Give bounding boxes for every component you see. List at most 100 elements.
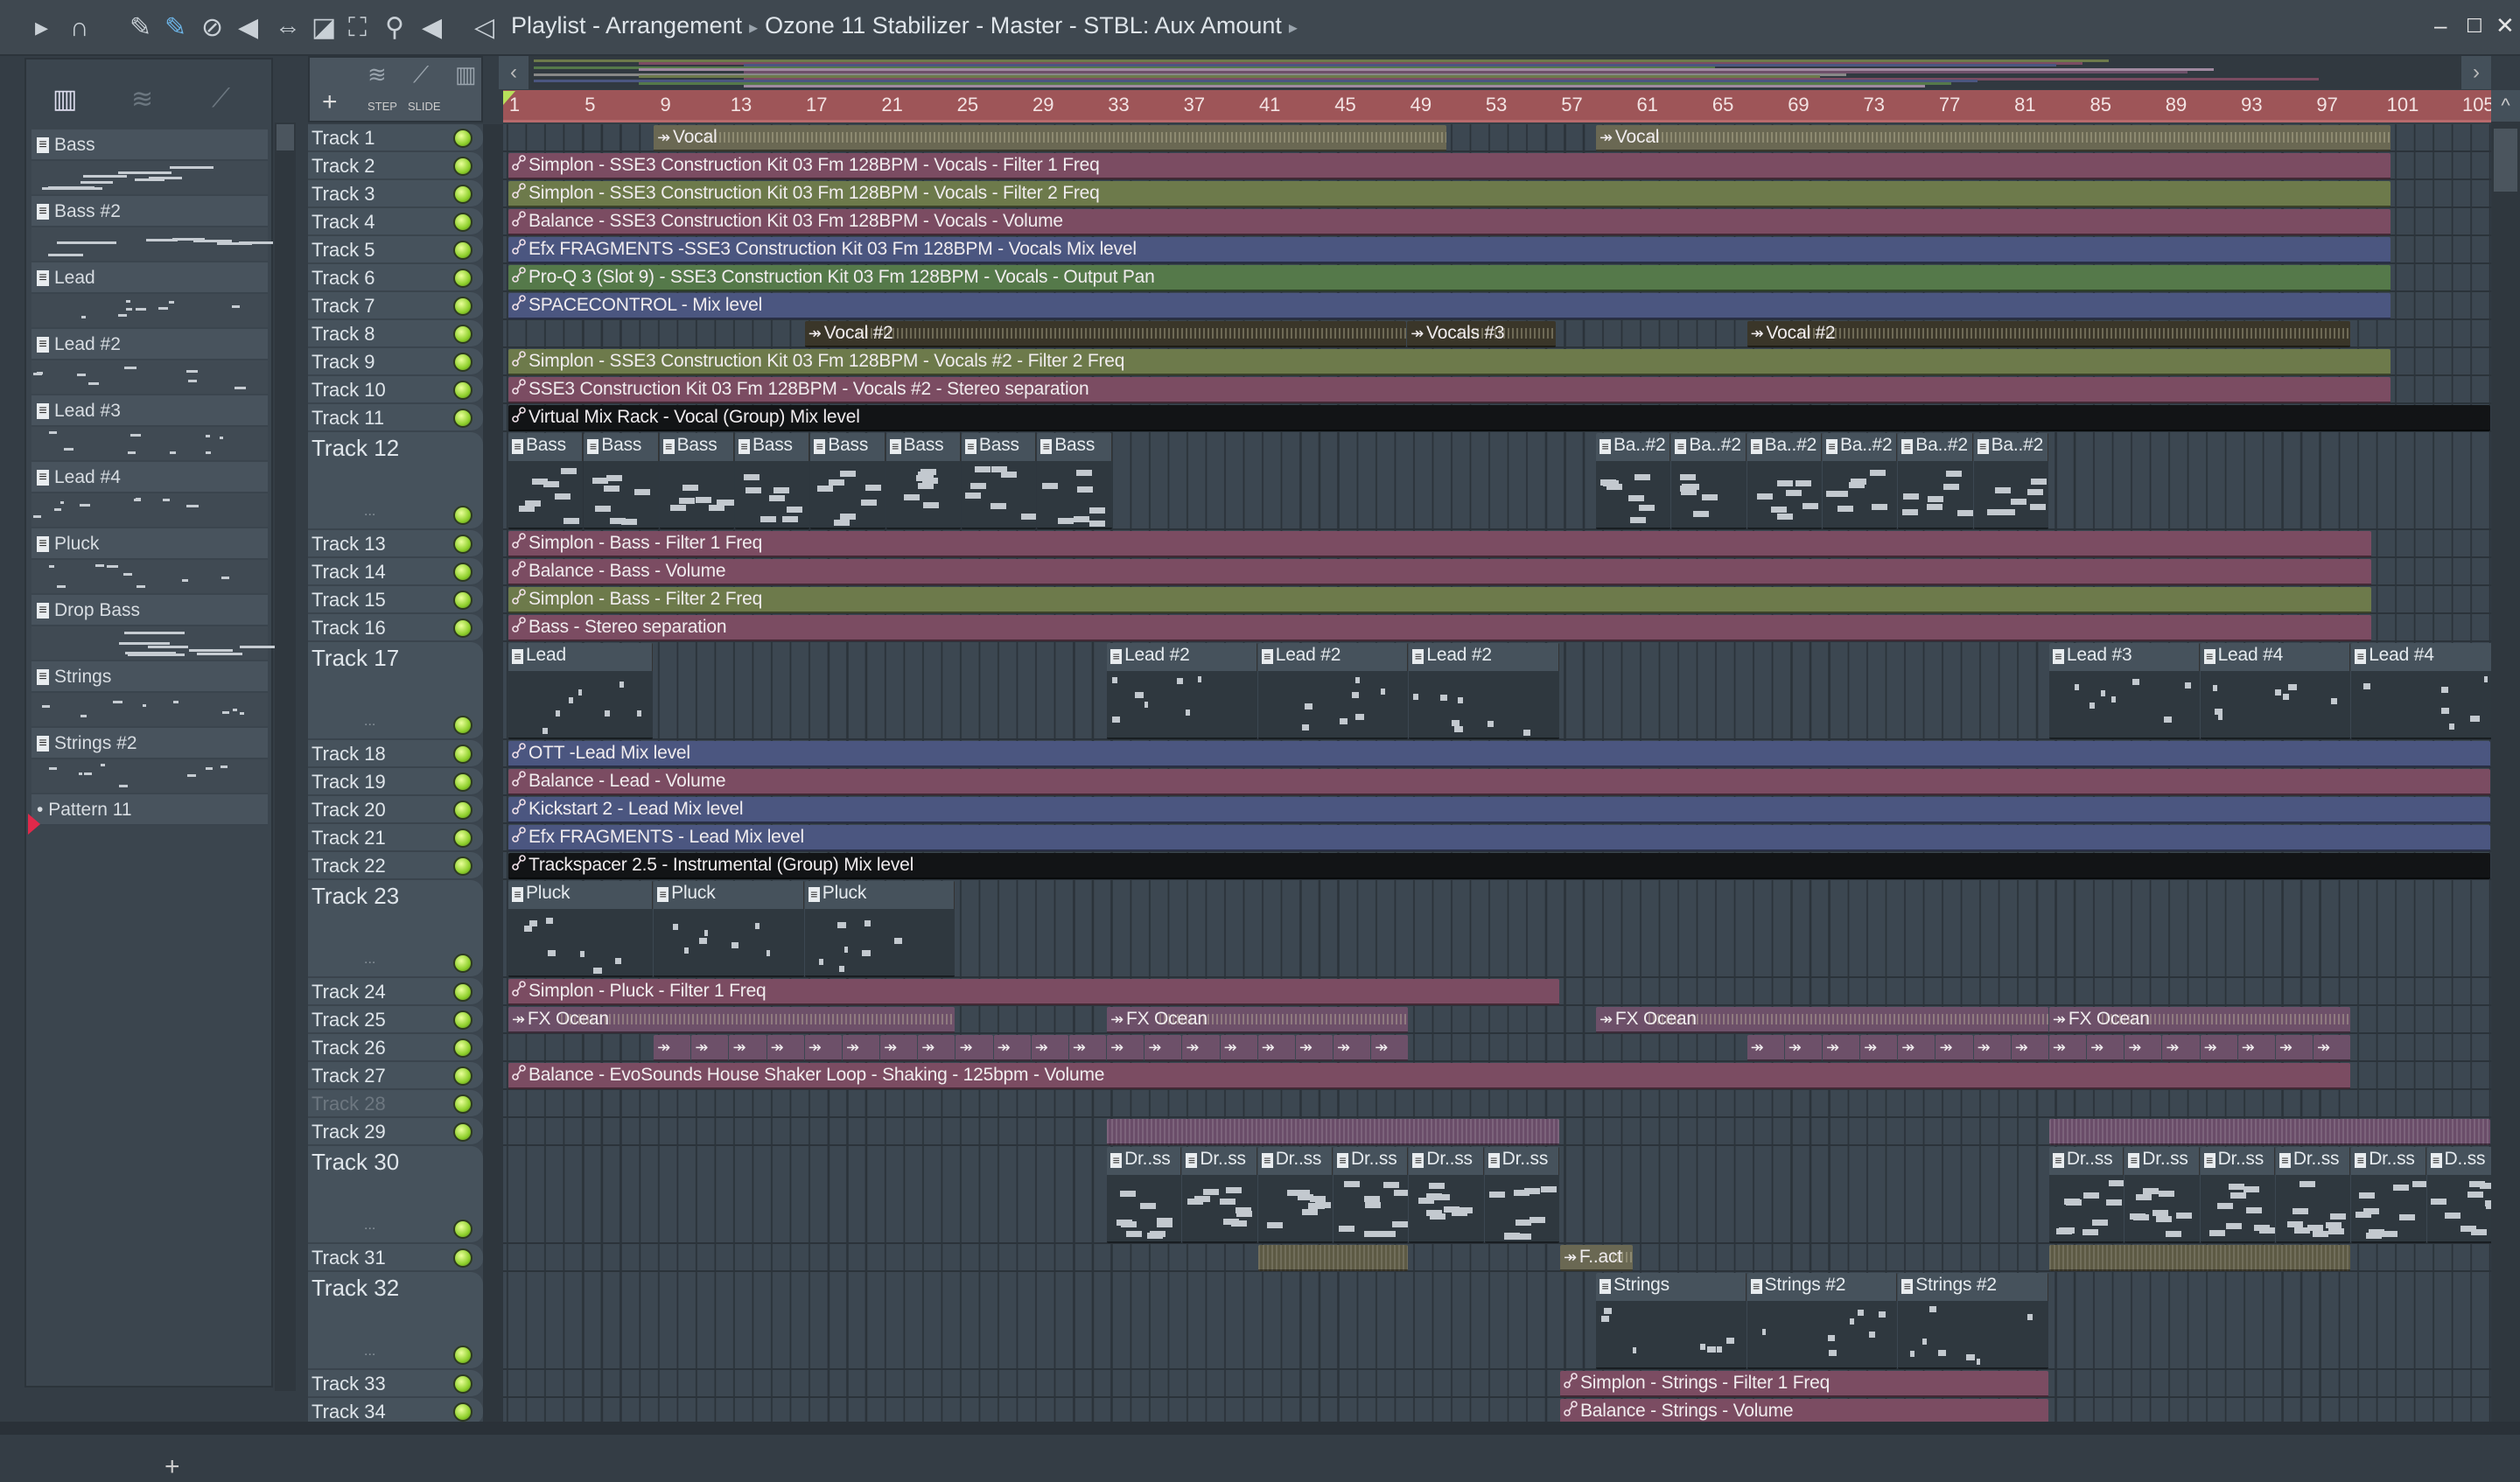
pattern-item[interactable]: ≡ Bass [32, 129, 268, 196]
track-name[interactable]: Track 4 [312, 211, 375, 234]
pattern-clip[interactable]: ≡ Bass [886, 433, 961, 529]
audio-clip[interactable]: ↠ [2048, 1035, 2087, 1061]
automation-clip[interactable]: Balance - SSE3 Construction Kit 03 Fm 12… [508, 209, 2390, 235]
track-enable-led[interactable] [453, 800, 472, 820]
track-options-icon[interactable]: ... [364, 714, 375, 730]
track-header[interactable]: Track 18 [308, 740, 483, 768]
pattern-header[interactable]: ≡ Drop Bass [32, 595, 268, 626]
track-header[interactable]: Track 33 [308, 1370, 483, 1398]
track-name[interactable]: Track 7 [312, 295, 375, 318]
ruler-bar-number[interactable]: 57 [1561, 94, 1582, 116]
breadcrumb-target[interactable]: Ozone 11 Stabilizer - Master - STBL: Aux… [765, 12, 1282, 38]
automation-clip[interactable]: Kickstart 2 - Lead Mix level [508, 797, 2490, 823]
automation-clip[interactable]: Simplon - Pluck - Filter 1 Freq [508, 979, 1559, 1005]
track-name[interactable]: Track 1 [312, 127, 375, 150]
track-enable-led[interactable] [453, 381, 472, 400]
track-header[interactable]: Track 3 [308, 180, 483, 208]
track-enable-led[interactable] [453, 954, 472, 973]
automation-clip[interactable]: Balance - Bass - Volume [508, 559, 2371, 585]
audio-clip[interactable]: ↠ [1031, 1035, 1068, 1061]
audio-clip[interactable]: ↠ [1860, 1035, 1898, 1061]
speaker-icon[interactable]: ◁ [474, 10, 494, 45]
track-enable-led[interactable] [453, 353, 472, 372]
track-name[interactable]: Track 5 [312, 239, 375, 262]
track-header[interactable]: Track 6 [308, 264, 483, 292]
pattern-item[interactable]: ≡ Strings [32, 661, 268, 728]
track-name[interactable]: Track 2 [312, 155, 375, 178]
playlist-grid[interactable]: ↠ Vocal ↠ Vocal Simplon - SSE3 Construction … [503, 124, 2491, 1422]
pattern-header[interactable]: ≡ Lead #2 [32, 329, 268, 360]
delete-icon[interactable]: ⊘ [201, 10, 223, 45]
pattern-item[interactable]: ≡ Drop Bass [32, 595, 295, 661]
audio-clip[interactable]: ↠ [2124, 1035, 2162, 1061]
audio-clip[interactable]: ↠ [1784, 1035, 1822, 1061]
select-icon[interactable]: ⛶ [348, 10, 367, 45]
audio-clip[interactable]: ↠ [1973, 1035, 2011, 1061]
track-enable-led[interactable] [453, 744, 472, 764]
track-enable-led[interactable] [453, 157, 472, 176]
automation-clip-icon[interactable]: ⟋ [413, 61, 429, 89]
audio-clip[interactable]: ↠ [2011, 1035, 2048, 1061]
ruler-bar-number[interactable]: 61 [1637, 94, 1658, 116]
audio-clip[interactable]: ↠ [1936, 1035, 1973, 1061]
audio-clip[interactable]: ↠ [804, 1035, 842, 1061]
scroll-up-button[interactable]: ^ [2491, 90, 2520, 122]
pattern-header[interactable]: ≡ Strings #2 [32, 728, 268, 759]
ruler-bar-number[interactable]: 37 [1184, 94, 1205, 116]
song-overview-scroller[interactable]: ‹ › [499, 56, 2491, 89]
song-start-marker-icon[interactable] [503, 91, 515, 105]
automation-tab-icon[interactable]: ⟋ [212, 84, 230, 114]
ruler-bar-number[interactable]: 65 [1712, 94, 1733, 116]
pattern-header[interactable]: ≡ Lead [32, 262, 268, 294]
track-header[interactable]: Track 11 [308, 404, 483, 432]
automation-clip[interactable]: OTT -Lead Mix level [508, 741, 2490, 767]
audio-clip[interactable]: ↠ [1334, 1035, 1371, 1061]
track-options-icon[interactable]: ... [364, 1218, 375, 1234]
pattern-clip[interactable]: ≡ Dr..ss [2275, 1147, 2351, 1243]
pattern-clip[interactable]: ≡ Dr..ss [1484, 1147, 1559, 1243]
automation-clip[interactable]: Simplon - SSE3 Construction Kit 03 Fm 12… [508, 153, 2390, 179]
track-header[interactable]: Track 32... [308, 1272, 483, 1370]
pattern-clip[interactable]: ≡ Lead #2 [1409, 643, 1559, 739]
track-enable-led[interactable] [453, 297, 472, 316]
pattern-clip[interactable] [2048, 1245, 2351, 1271]
slice-icon[interactable]: ◪ [312, 10, 336, 45]
track-enable-led[interactable] [453, 772, 472, 792]
pattern-clip[interactable]: ≡ Ba..#2 [1973, 433, 2048, 529]
automation-clip[interactable]: Virtual Mix Rack - Vocal (Group) Mix lev… [508, 405, 2490, 431]
ruler-bar-number[interactable]: 81 [2014, 94, 2035, 116]
pattern-header[interactable]: ≡ Strings [32, 661, 268, 693]
audio-clip[interactable]: ↠ [1371, 1035, 1409, 1061]
track-name[interactable]: Track 13 [312, 533, 386, 556]
track-name[interactable]: Track 29 [312, 1121, 386, 1143]
maximize-button[interactable]: ☐ [2466, 15, 2483, 38]
pattern-header[interactable]: ≡ Lead #4 [32, 462, 268, 493]
mute-icon[interactable]: ◀ [238, 10, 258, 45]
pattern-header[interactable]: ≡ Bass [32, 129, 268, 161]
pattern-clip[interactable]: ≡ Ba..#2 [1822, 433, 1898, 529]
ruler-bar-number[interactable]: 29 [1032, 94, 1054, 116]
audio-clip[interactable]: ↠ [842, 1035, 880, 1061]
ruler-bar-number[interactable]: 101 [2387, 94, 2419, 116]
scrollbar-thumb[interactable] [2494, 129, 2517, 192]
audio-clip[interactable]: ↠ [1746, 1035, 1784, 1061]
automation-clip[interactable]: Balance - Strings - Volume [1560, 1399, 2048, 1422]
audio-clip[interactable]: ↠ [1068, 1035, 1107, 1061]
pattern-item[interactable]: ≡ Lead [32, 262, 268, 329]
automation-clip[interactable]: Balance - EvoSounds House Shaker Loop - … [508, 1063, 2351, 1089]
track-enable-led[interactable] [453, 241, 472, 260]
audio-clip[interactable]: ↠ FX Ocean [2048, 1007, 2351, 1033]
audio-clip[interactable]: ↠ FX Ocean [1596, 1007, 2048, 1033]
track-name[interactable]: Track 6 [312, 267, 375, 290]
audio-clip[interactable]: ↠ [691, 1035, 729, 1061]
ruler-bar-number[interactable]: 49 [1410, 94, 1432, 116]
pattern-clip[interactable]: ≡ Lead #2 [1107, 643, 1257, 739]
pattern-clip[interactable]: ≡ Dr..ss [1182, 1147, 1257, 1243]
track-header[interactable]: Track 21 [308, 824, 483, 852]
track-header[interactable]: Track 13 [308, 530, 483, 558]
pattern-clip[interactable]: ≡ Pluck [654, 881, 804, 977]
audio-clip[interactable]: ↠ [1220, 1035, 1257, 1061]
pattern-clip[interactable]: ≡ Bass [961, 433, 1037, 529]
slide-toggle[interactable]: SLIDE [408, 100, 441, 113]
track-name[interactable]: Track 21 [312, 827, 386, 849]
